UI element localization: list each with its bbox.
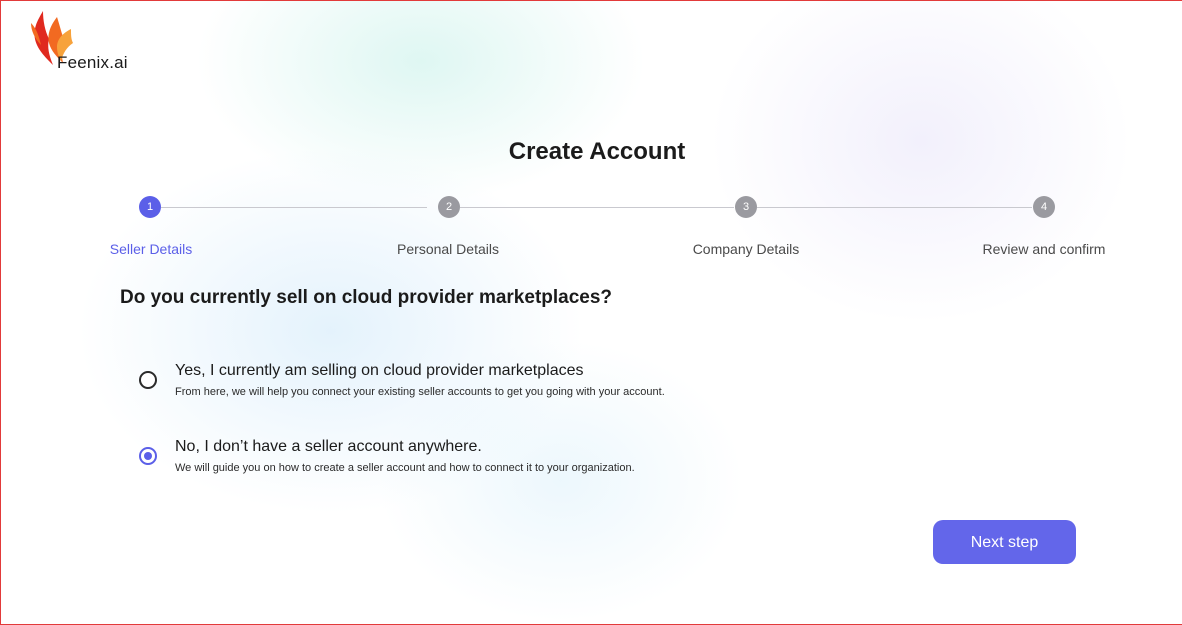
- brand-logo[interactable]: Feenix.ai: [27, 7, 157, 72]
- step-2-label: Personal Details: [397, 241, 499, 257]
- option-currently-selling[interactable]: Yes, I currently am selling on cloud pro…: [139, 362, 939, 408]
- step-3-indicator: 3: [735, 196, 757, 218]
- step-1-indicator: 1: [139, 196, 161, 218]
- progress-stepper: 1 2 3 4 Seller Details Personal Details …: [1, 195, 1182, 265]
- seller-question: Do you currently sell on cloud provider …: [120, 287, 613, 308]
- signup-page: Feenix.ai Create Account 1 2 3 4 Seller …: [0, 0, 1182, 625]
- next-step-button[interactable]: Next step: [933, 520, 1076, 564]
- option-description: From here, we will help you connect your…: [175, 386, 665, 398]
- radio-currently-selling[interactable]: [139, 371, 157, 389]
- step-3-label: Company Details: [692, 241, 800, 257]
- step-connector: [460, 207, 734, 208]
- step-2-indicator: 2: [438, 196, 460, 218]
- option-title: No, I don’t have a seller account anywhe…: [175, 438, 482, 455]
- radio-no-seller-account[interactable]: [139, 447, 157, 465]
- option-no-seller-account[interactable]: No, I don’t have a seller account anywhe…: [139, 438, 939, 484]
- brand-name: Feenix.ai: [57, 53, 128, 72]
- option-description: We will guide you on how to create a sel…: [175, 462, 635, 474]
- step-connector: [757, 207, 1032, 208]
- option-title: Yes, I currently am selling on cloud pro…: [175, 362, 584, 379]
- step-connector: [161, 207, 427, 208]
- page-title: Create Account: [508, 138, 686, 165]
- step-4-indicator: 4: [1033, 196, 1055, 218]
- step-4-label: Review and confirm: [982, 241, 1106, 257]
- step-1-label: Seller Details: [109, 241, 193, 257]
